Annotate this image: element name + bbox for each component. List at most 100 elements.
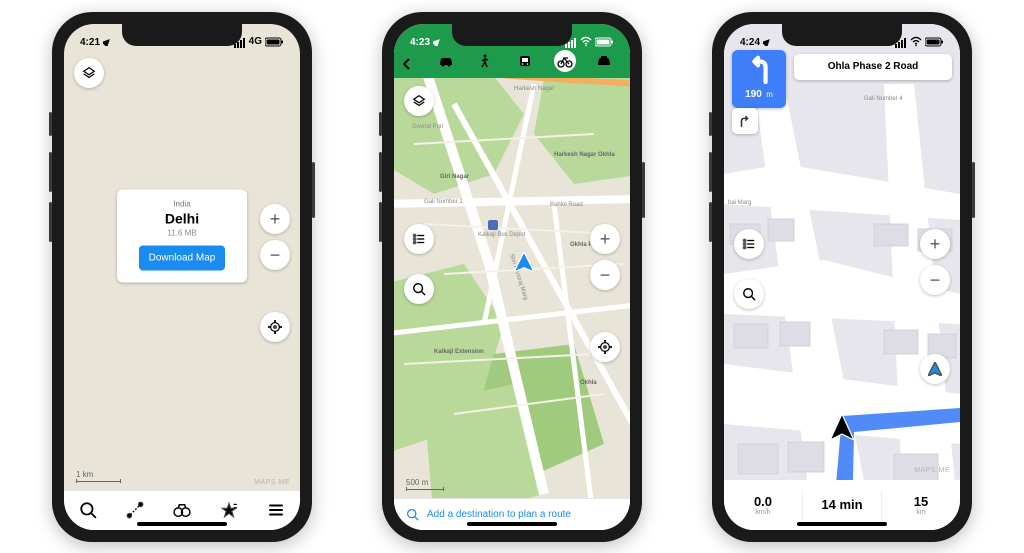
wifi-icon (580, 36, 592, 48)
zoom-out-button[interactable]: − (260, 240, 290, 270)
phone-navigation: Gali Number 4 hai Marg 4:24 190 m Ohla P… (712, 12, 972, 542)
layers-button[interactable] (404, 86, 434, 116)
watermark: MAPS.ME (254, 479, 290, 486)
turn-distance: 190 (745, 89, 762, 100)
battery-icon (595, 36, 614, 48)
search-button[interactable] (404, 274, 434, 304)
map-label: Bahlol Road (550, 202, 583, 208)
zoom-out-button[interactable]: − (920, 265, 950, 295)
star-list-icon (220, 501, 238, 519)
nav-speed: 0.0 km/h (724, 480, 802, 530)
home-indicator (797, 522, 887, 526)
map-label: Kalkaji Bus Depot (478, 232, 518, 239)
mode-walk[interactable] (474, 50, 496, 72)
map-label: Gali Number 4 (864, 96, 903, 102)
card-size: 11.6 MB (129, 229, 235, 238)
search-icon (742, 287, 756, 301)
network-label: 4G (249, 36, 262, 47)
status-time: 4:21 (80, 37, 100, 48)
toolbar-search[interactable] (78, 500, 98, 520)
zoom-out-button[interactable]: − (590, 260, 620, 290)
map-label: hai Marg (728, 200, 751, 206)
card-country: India (129, 200, 235, 209)
map-label: Giri Nagar (440, 174, 469, 180)
toolbar-bookmarks[interactable] (219, 500, 239, 520)
zoom-in-button[interactable]: + (920, 229, 950, 259)
layers-button[interactable] (74, 58, 104, 88)
minus-icon: − (270, 246, 281, 264)
list-view-button[interactable] (734, 229, 764, 259)
zoom-in-button[interactable]: + (590, 224, 620, 254)
search-icon (412, 282, 426, 296)
location-services-icon (103, 38, 111, 46)
mode-car[interactable] (435, 50, 457, 72)
turn-instruction-panel: 190 m (732, 50, 786, 108)
phone-route-planner: Harkesh Nagar Govind Puri Giri Nagar Gal… (382, 12, 642, 542)
list-icon (742, 237, 756, 251)
phone-download-map: 4:21 4G + − India Delhi 11.6 MB Download… (52, 12, 312, 542)
next-turn-panel (732, 108, 758, 134)
toolbar-discover[interactable] (172, 500, 192, 520)
home-indicator (467, 522, 557, 526)
mode-taxi[interactable] (593, 50, 615, 72)
status-time: 4:24 (740, 37, 760, 48)
menu-icon (267, 501, 285, 519)
car-icon (438, 53, 454, 69)
nav-distance: 15 km (882, 480, 960, 530)
mode-transit[interactable] (514, 50, 536, 72)
current-street-panel: Ohla Phase 2 Road (794, 54, 952, 80)
locate-me-button[interactable] (260, 312, 290, 342)
minus-icon: − (930, 271, 941, 289)
scale-indicator: 500 m (406, 478, 444, 490)
back-button[interactable] (394, 56, 420, 72)
home-indicator (137, 522, 227, 526)
download-map-card: India Delhi 11.6 MB Download Map (117, 190, 247, 283)
list-icon (412, 232, 426, 246)
walk-icon (477, 53, 493, 69)
mode-bike[interactable] (554, 50, 576, 72)
download-map-button[interactable]: Download Map (139, 246, 226, 271)
map-label: Harkesh Nagar Okhla (554, 152, 608, 159)
layers-icon (82, 66, 96, 80)
map-label: Kalkaji Extension (434, 349, 484, 356)
card-city: Delhi (129, 211, 235, 227)
list-view-button[interactable] (404, 224, 434, 254)
battery-icon (925, 36, 944, 48)
target-icon (598, 340, 612, 354)
chevron-left-icon (399, 56, 415, 72)
bike-icon (557, 53, 573, 69)
location-services-icon (763, 38, 771, 46)
map-label: Gali Number 1 (424, 199, 463, 205)
turn-left-icon (745, 54, 773, 84)
location-services-icon (433, 38, 441, 46)
locate-me-button[interactable] (590, 332, 620, 362)
plus-icon: + (930, 235, 941, 253)
navigation-cursor-icon (829, 414, 855, 440)
search-icon (406, 508, 419, 521)
transit-icon (517, 53, 533, 69)
turn-right-icon (738, 114, 752, 128)
current-location-arrow-icon (514, 252, 534, 272)
map-label: Okhla (580, 380, 597, 386)
recenter-button[interactable] (920, 354, 950, 384)
zoom-in-button[interactable]: + (260, 204, 290, 234)
nav-arrow-icon (928, 362, 942, 376)
layers-icon (412, 94, 426, 108)
search-icon (79, 501, 97, 519)
plus-icon: + (270, 210, 281, 228)
target-icon (268, 320, 282, 334)
map-label: Harkesh Nagar (514, 86, 554, 92)
search-button[interactable] (734, 279, 764, 309)
battery-icon (265, 36, 284, 48)
toolbar-route[interactable] (125, 500, 145, 520)
route-icon (126, 501, 144, 519)
plus-icon: + (600, 230, 611, 248)
turn-unit: m (766, 90, 773, 99)
toolbar-menu[interactable] (266, 500, 286, 520)
wifi-icon (910, 36, 922, 48)
map-label: Govind Puri (412, 124, 443, 130)
add-destination-label: Add a destination to plan a route (427, 509, 571, 520)
taxi-icon (596, 53, 612, 69)
scale-indicator: 1 km (76, 470, 121, 482)
binoculars-icon (173, 501, 191, 519)
